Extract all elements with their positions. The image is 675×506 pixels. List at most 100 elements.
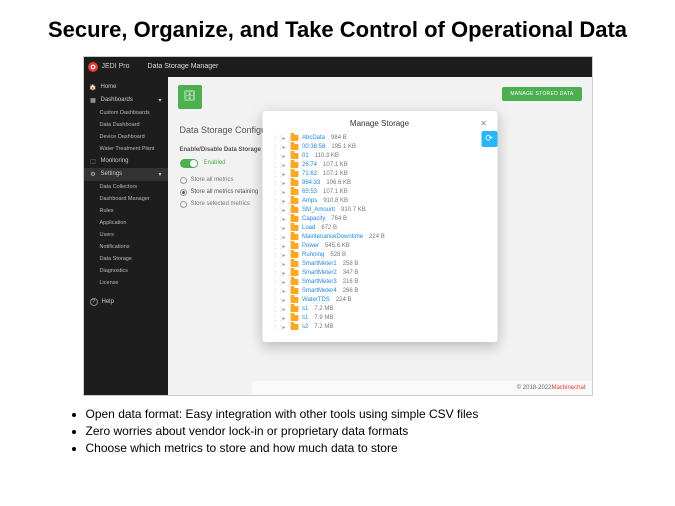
chevron-right-icon[interactable]: ▸ xyxy=(281,288,287,295)
sidebar-label: Help xyxy=(102,299,114,305)
sidebar-sub-data-collectors[interactable]: Data Collectors xyxy=(84,181,168,193)
drag-handle-icon[interactable]: ⋮⋮ xyxy=(272,171,278,178)
sidebar-sub-license[interactable]: License xyxy=(84,277,168,289)
drag-handle-icon[interactable]: ⋮⋮ xyxy=(272,243,278,250)
drag-handle-icon[interactable]: ⋮⋮ xyxy=(272,144,278,151)
chevron-right-icon[interactable]: ▸ xyxy=(281,225,287,232)
chevron-right-icon[interactable]: ▸ xyxy=(281,180,287,187)
chevron-right-icon[interactable]: ▸ xyxy=(281,297,287,304)
chevron-right-icon[interactable]: ▸ xyxy=(281,216,287,223)
folder-icon xyxy=(290,252,298,258)
sidebar-sub-notifications[interactable]: Notifications xyxy=(84,241,168,253)
folder-icon xyxy=(290,306,298,312)
drag-handle-icon[interactable]: ⋮⋮ xyxy=(272,135,278,142)
tree-row[interactable]: ⋮⋮▸SmartMeter4266 B xyxy=(272,287,487,296)
sidebar-item-monitoring[interactable]: ⬚ Monitoring xyxy=(84,155,168,168)
chevron-right-icon[interactable]: ▸ xyxy=(281,171,287,178)
sidebar-sub-rules[interactable]: Rules xyxy=(84,205,168,217)
sidebar-sub-water-plant[interactable]: Water Treatment Plant xyxy=(84,143,168,155)
chevron-right-icon[interactable]: ▸ xyxy=(281,189,287,196)
drag-handle-icon[interactable]: ⋮⋮ xyxy=(272,234,278,241)
tree-row[interactable]: ⋮⋮▸SmartMeter1258 B xyxy=(272,260,487,269)
tree-row[interactable]: ⋮⋮▸65:53107.1 KB xyxy=(272,188,487,197)
chevron-right-icon[interactable]: ▸ xyxy=(281,234,287,241)
drag-handle-icon[interactable]: ⋮⋮ xyxy=(272,189,278,196)
sidebar-item-settings[interactable]: ⚙ Settings ▾ xyxy=(84,168,168,181)
drag-handle-icon[interactable]: ⋮⋮ xyxy=(272,324,278,331)
tree-row[interactable]: ⋮⋮▸Load672 B xyxy=(272,224,487,233)
sidebar-item-dashboards[interactable]: ▦ Dashboards ▾ xyxy=(84,94,168,107)
manage-stored-data-button[interactable]: MANAGE STORED DATA xyxy=(502,87,581,101)
drag-handle-icon[interactable]: ⋮⋮ xyxy=(272,198,278,205)
drag-handle-icon[interactable]: ⋮⋮ xyxy=(272,216,278,223)
folder-icon xyxy=(290,225,298,231)
sidebar-sub-users[interactable]: Users xyxy=(84,229,168,241)
radio-store-retaining[interactable]: Store all metrics retaining 30 xyxy=(180,189,270,196)
chevron-right-icon[interactable]: ▸ xyxy=(281,279,287,286)
refresh-button[interactable]: ⟳ xyxy=(481,131,497,147)
tree-item-name: SmartMeter2 xyxy=(302,270,337,276)
chevron-right-icon[interactable]: ▸ xyxy=(281,162,287,169)
chevron-right-icon[interactable]: ▸ xyxy=(281,324,287,331)
tree-row[interactable]: ⋮⋮▸00:38:58195.1 KB xyxy=(272,143,487,152)
tree-row[interactable]: ⋮⋮▸71:62107.1 KB xyxy=(272,170,487,179)
chevron-right-icon[interactable]: ▸ xyxy=(281,261,287,268)
enable-toggle[interactable] xyxy=(180,159,198,168)
drag-handle-icon[interactable]: ⋮⋮ xyxy=(272,162,278,169)
folder-icon xyxy=(290,207,298,213)
drag-handle-icon[interactable]: ⋮⋮ xyxy=(272,180,278,187)
tree-row[interactable]: ⋮⋮▸Amps910.8 KB xyxy=(272,197,487,206)
drag-handle-icon[interactable]: ⋮⋮ xyxy=(272,297,278,304)
chevron-right-icon[interactable]: ▸ xyxy=(281,243,287,250)
sidebar-sub-custom-dashboards[interactable]: Custom Dashboards xyxy=(84,107,168,119)
tree-row[interactable]: ⋮⋮▸26:74107.1 KB xyxy=(272,161,487,170)
chevron-right-icon[interactable]: ▸ xyxy=(281,306,287,313)
sidebar-item-help[interactable]: ? Help xyxy=(84,295,168,309)
drag-handle-icon[interactable]: ⋮⋮ xyxy=(272,252,278,259)
sidebar-label: Monitoring xyxy=(101,158,129,164)
tree-row[interactable]: ⋮⋮▸01110.3 KB xyxy=(272,152,487,161)
chevron-right-icon[interactable]: ▸ xyxy=(281,135,287,142)
tree-row[interactable]: ⋮⋮▸s17.2 MB xyxy=(272,305,487,314)
close-icon[interactable]: ✕ xyxy=(480,119,487,128)
chevron-right-icon[interactable]: ▸ xyxy=(281,198,287,205)
drag-handle-icon[interactable]: ⋮⋮ xyxy=(272,153,278,160)
drag-handle-icon[interactable]: ⋮⋮ xyxy=(272,261,278,268)
tree-row[interactable]: ⋮⋮▸Capacity764 B xyxy=(272,215,487,224)
sidebar-sub-diagnostics[interactable]: Diagnostics xyxy=(84,265,168,277)
tree-row[interactable]: ⋮⋮▸WaterTDS224 B xyxy=(272,296,487,305)
drag-handle-icon[interactable]: ⋮⋮ xyxy=(272,315,278,322)
chevron-right-icon[interactable]: ▸ xyxy=(281,252,287,259)
tree-row[interactable]: ⋮⋮▸SmartMeter3216 B xyxy=(272,278,487,287)
chevron-right-icon[interactable]: ▸ xyxy=(281,207,287,214)
drag-handle-icon[interactable]: ⋮⋮ xyxy=(272,207,278,214)
sidebar-sub-data-dashboard[interactable]: Data Dashboard xyxy=(84,119,168,131)
tree-row[interactable]: ⋮⋮▸s17.9 MB xyxy=(272,314,487,323)
drag-handle-icon[interactable]: ⋮⋮ xyxy=(272,288,278,295)
radio-store-all[interactable]: Store all metrics xyxy=(180,177,234,184)
tree-row[interactable]: ⋮⋮▸984:33106.6 KB xyxy=(272,179,487,188)
tree-item-size: 7.2 MB xyxy=(314,306,333,312)
radio-store-selected[interactable]: Store selected metrics xyxy=(180,201,250,208)
drag-handle-icon[interactable]: ⋮⋮ xyxy=(272,306,278,313)
tree-row[interactable]: ⋮⋮▸AbcData984 B xyxy=(272,134,487,143)
tree-row[interactable]: ⋮⋮▸Power545.6 KB xyxy=(272,242,487,251)
tree-row[interactable]: ⋮⋮▸Running528 B xyxy=(272,251,487,260)
sidebar-sub-data-storage[interactable]: Data Storage xyxy=(84,253,168,265)
chevron-right-icon[interactable]: ▸ xyxy=(281,144,287,151)
drag-handle-icon[interactable]: ⋮⋮ xyxy=(272,279,278,286)
topbar: JEDI Pro Data Storage Manager xyxy=(84,57,592,77)
tree-row[interactable]: ⋮⋮▸SM_Amount910.7 KB xyxy=(272,206,487,215)
tree-row[interactable]: ⋮⋮▸SmartMeter2347 B xyxy=(272,269,487,278)
sidebar-item-home[interactable]: 🏠 Home xyxy=(84,81,168,94)
sidebar-sub-application[interactable]: Application xyxy=(84,217,168,229)
drag-handle-icon[interactable]: ⋮⋮ xyxy=(272,270,278,277)
tree-row[interactable]: ⋮⋮▸s27.2 MB xyxy=(272,323,487,332)
chevron-right-icon[interactable]: ▸ xyxy=(281,315,287,322)
tree-row[interactable]: ⋮⋮▸MaintenanceDowntime224 B xyxy=(272,233,487,242)
chevron-right-icon[interactable]: ▸ xyxy=(281,270,287,277)
sidebar-sub-device-dashboard[interactable]: Device Dashboard xyxy=(84,131,168,143)
sidebar-sub-dashboard-manager[interactable]: Dashboard Manager xyxy=(84,193,168,205)
drag-handle-icon[interactable]: ⋮⋮ xyxy=(272,225,278,232)
chevron-right-icon[interactable]: ▸ xyxy=(281,153,287,160)
